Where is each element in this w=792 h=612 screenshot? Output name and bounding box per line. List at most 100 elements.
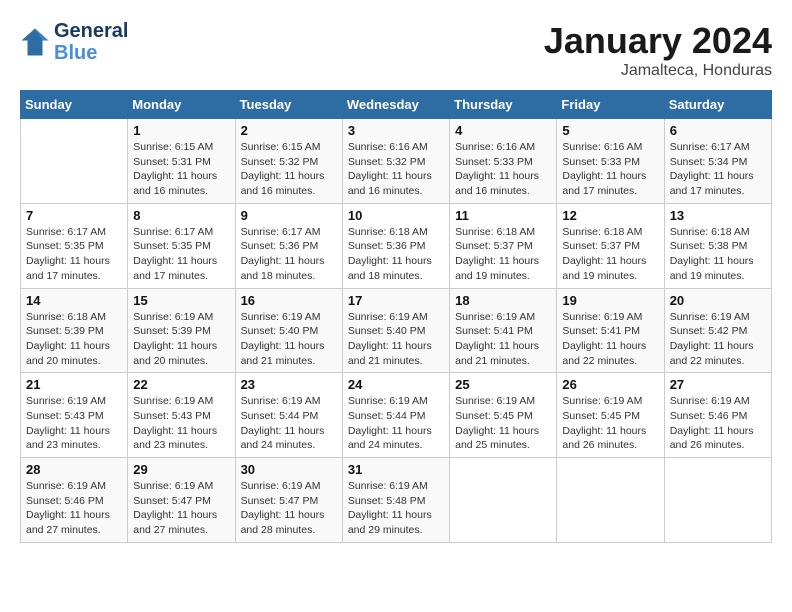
day-number: 21 [26, 377, 122, 392]
calendar-header-row: SundayMondayTuesdayWednesdayThursdayFrid… [21, 91, 772, 119]
calendar-cell: 17 Sunrise: 6:19 AMSunset: 5:40 PMDayligh… [342, 288, 449, 373]
day-number: 8 [133, 208, 229, 223]
calendar-cell: 15Sunrise: 6:19 AMSunset: 5:39 PMDayligh… [128, 288, 235, 373]
calendar-cell: 31 Sunrise: 6:19 AMSunset: 5:48 PMDayligh… [342, 458, 449, 543]
day-number: 17 [348, 293, 444, 308]
day-number: 5 [562, 123, 658, 138]
calendar-cell: 5 Sunrise: 6:16 AMSunset: 5:33 PMDaylight… [557, 119, 664, 204]
calendar-cell: 2 Sunrise: 6:15 AMSunset: 5:32 PMDaylight… [235, 119, 342, 204]
day-number: 16 [241, 293, 337, 308]
day-number: 13 [670, 208, 766, 223]
page-header: General Blue January 2024 Jamalteca, Hon… [20, 20, 772, 80]
day-info: Sunrise: 6:19 AMSunset: 5:45 PMDaylight:… [562, 394, 658, 453]
calendar-cell [450, 458, 557, 543]
day-number: 29 [133, 462, 229, 477]
day-number: 3 [348, 123, 444, 138]
day-info: Sunrise: 6:18 AMSunset: 5:36 PMDaylight:… [348, 225, 444, 284]
day-info: Sunrise: 6:19 AMSunset: 5:46 PMDaylight:… [670, 394, 766, 453]
calendar-cell: 11Sunrise: 6:18 AMSunset: 5:37 PMDayligh… [450, 203, 557, 288]
day-info: Sunrise: 6:19 AMSunset: 5:40 PMDaylight:… [348, 310, 444, 369]
column-header-tuesday: Tuesday [235, 91, 342, 119]
calendar-cell: 18Sunrise: 6:19 AMSunset: 5:41 PMDayligh… [450, 288, 557, 373]
day-info: Sunrise: 6:18 AMSunset: 5:37 PMDaylight:… [562, 225, 658, 284]
day-info: Sunrise: 6:19 AMSunset: 5:42 PMDaylight:… [670, 310, 766, 369]
day-info: Sunrise: 6:15 AMSunset: 5:31 PMDaylight:… [133, 140, 229, 199]
calendar-cell: 29 Sunrise: 6:19 AMSunset: 5:47 PMDayligh… [128, 458, 235, 543]
day-info: Sunrise: 6:16 AMSunset: 5:33 PMDaylight:… [562, 140, 658, 199]
week-row-2: 7 Sunrise: 6:17 AMSunset: 5:35 PMDaylight… [21, 203, 772, 288]
day-number: 19 [562, 293, 658, 308]
day-number: 10 [348, 208, 444, 223]
week-row-1: 1 Sunrise: 6:15 AMSunset: 5:31 PMDaylight… [21, 119, 772, 204]
calendar-body: 1 Sunrise: 6:15 AMSunset: 5:31 PMDaylight… [21, 119, 772, 543]
day-info: Sunrise: 6:19 AMSunset: 5:46 PMDaylight:… [26, 479, 122, 538]
calendar-cell: 12 Sunrise: 6:18 AMSunset: 5:37 PMDayligh… [557, 203, 664, 288]
calendar-cell: 6 Sunrise: 6:17 AMSunset: 5:34 PMDaylight… [664, 119, 771, 204]
calendar-cell: 7 Sunrise: 6:17 AMSunset: 5:35 PMDaylight… [21, 203, 128, 288]
column-header-friday: Friday [557, 91, 664, 119]
calendar-cell: 23 Sunrise: 6:19 AMSunset: 5:44 PMDayligh… [235, 373, 342, 458]
day-number: 1 [133, 123, 229, 138]
day-info: Sunrise: 6:19 AMSunset: 5:40 PMDaylight:… [241, 310, 337, 369]
day-info: Sunrise: 6:17 AMSunset: 5:35 PMDaylight:… [133, 225, 229, 284]
day-number: 23 [241, 377, 337, 392]
day-info: Sunrise: 6:19 AMSunset: 5:44 PMDaylight:… [348, 394, 444, 453]
day-number: 27 [670, 377, 766, 392]
day-info: Sunrise: 6:19 AMSunset: 5:47 PMDaylight:… [241, 479, 337, 538]
calendar-table: SundayMondayTuesdayWednesdayThursdayFrid… [20, 90, 772, 543]
day-info: Sunrise: 6:17 AMSunset: 5:34 PMDaylight:… [670, 140, 766, 199]
calendar-cell [21, 119, 128, 204]
calendar-cell: 4 Sunrise: 6:16 AMSunset: 5:33 PMDaylight… [450, 119, 557, 204]
day-number: 25 [455, 377, 551, 392]
day-number: 4 [455, 123, 551, 138]
calendar-cell [664, 458, 771, 543]
calendar-cell: 10 Sunrise: 6:18 AMSunset: 5:36 PMDayligh… [342, 203, 449, 288]
day-number: 6 [670, 123, 766, 138]
calendar-cell: 22Sunrise: 6:19 AMSunset: 5:43 PMDayligh… [128, 373, 235, 458]
calendar-cell: 30 Sunrise: 6:19 AMSunset: 5:47 PMDayligh… [235, 458, 342, 543]
calendar-cell: 13Sunrise: 6:18 AMSunset: 5:38 PMDayligh… [664, 203, 771, 288]
logo-icon [20, 27, 50, 57]
day-number: 2 [241, 123, 337, 138]
week-row-4: 21 Sunrise: 6:19 AMSunset: 5:43 PMDayligh… [21, 373, 772, 458]
day-number: 26 [562, 377, 658, 392]
week-row-5: 28 Sunrise: 6:19 AMSunset: 5:46 PMDayligh… [21, 458, 772, 543]
calendar-cell: 19Sunrise: 6:19 AMSunset: 5:41 PMDayligh… [557, 288, 664, 373]
day-number: 31 [348, 462, 444, 477]
calendar-cell: 16 Sunrise: 6:19 AMSunset: 5:40 PMDayligh… [235, 288, 342, 373]
day-number: 30 [241, 462, 337, 477]
logo: General Blue [20, 20, 128, 64]
calendar-cell: 8 Sunrise: 6:17 AMSunset: 5:35 PMDaylight… [128, 203, 235, 288]
day-number: 24 [348, 377, 444, 392]
day-info: Sunrise: 6:19 AMSunset: 5:39 PMDaylight:… [133, 310, 229, 369]
day-number: 7 [26, 208, 122, 223]
day-info: Sunrise: 6:18 AMSunset: 5:37 PMDaylight:… [455, 225, 551, 284]
day-number: 28 [26, 462, 122, 477]
day-info: Sunrise: 6:18 AMSunset: 5:39 PMDaylight:… [26, 310, 122, 369]
column-header-wednesday: Wednesday [342, 91, 449, 119]
column-header-thursday: Thursday [450, 91, 557, 119]
day-number: 9 [241, 208, 337, 223]
day-info: Sunrise: 6:17 AMSunset: 5:35 PMDaylight:… [26, 225, 122, 284]
day-number: 14 [26, 293, 122, 308]
calendar-cell: 1 Sunrise: 6:15 AMSunset: 5:31 PMDaylight… [128, 119, 235, 204]
calendar-cell [557, 458, 664, 543]
day-info: Sunrise: 6:19 AMSunset: 5:44 PMDaylight:… [241, 394, 337, 453]
column-header-sunday: Sunday [21, 91, 128, 119]
day-info: Sunrise: 6:19 AMSunset: 5:45 PMDaylight:… [455, 394, 551, 453]
day-info: Sunrise: 6:17 AMSunset: 5:36 PMDaylight:… [241, 225, 337, 284]
calendar-cell: 21Sunrise: 6:19 AMSunset: 5:43 PMDayligh… [21, 373, 128, 458]
calendar-cell: 25 Sunrise: 6:19 AMSunset: 5:45 PMDayligh… [450, 373, 557, 458]
column-header-saturday: Saturday [664, 91, 771, 119]
calendar-cell: 24 Sunrise: 6:19 AMSunset: 5:44 PMDayligh… [342, 373, 449, 458]
location-subtitle: Jamalteca, Honduras [544, 62, 772, 80]
day-info: Sunrise: 6:16 AMSunset: 5:33 PMDaylight:… [455, 140, 551, 199]
day-number: 12 [562, 208, 658, 223]
day-info: Sunrise: 6:19 AMSunset: 5:43 PMDaylight:… [133, 394, 229, 453]
day-info: Sunrise: 6:15 AMSunset: 5:32 PMDaylight:… [241, 140, 337, 199]
column-header-monday: Monday [128, 91, 235, 119]
day-info: Sunrise: 6:19 AMSunset: 5:41 PMDaylight:… [455, 310, 551, 369]
day-info: Sunrise: 6:19 AMSunset: 5:47 PMDaylight:… [133, 479, 229, 538]
calendar-cell: 20Sunrise: 6:19 AMSunset: 5:42 PMDayligh… [664, 288, 771, 373]
day-info: Sunrise: 6:19 AMSunset: 5:48 PMDaylight:… [348, 479, 444, 538]
